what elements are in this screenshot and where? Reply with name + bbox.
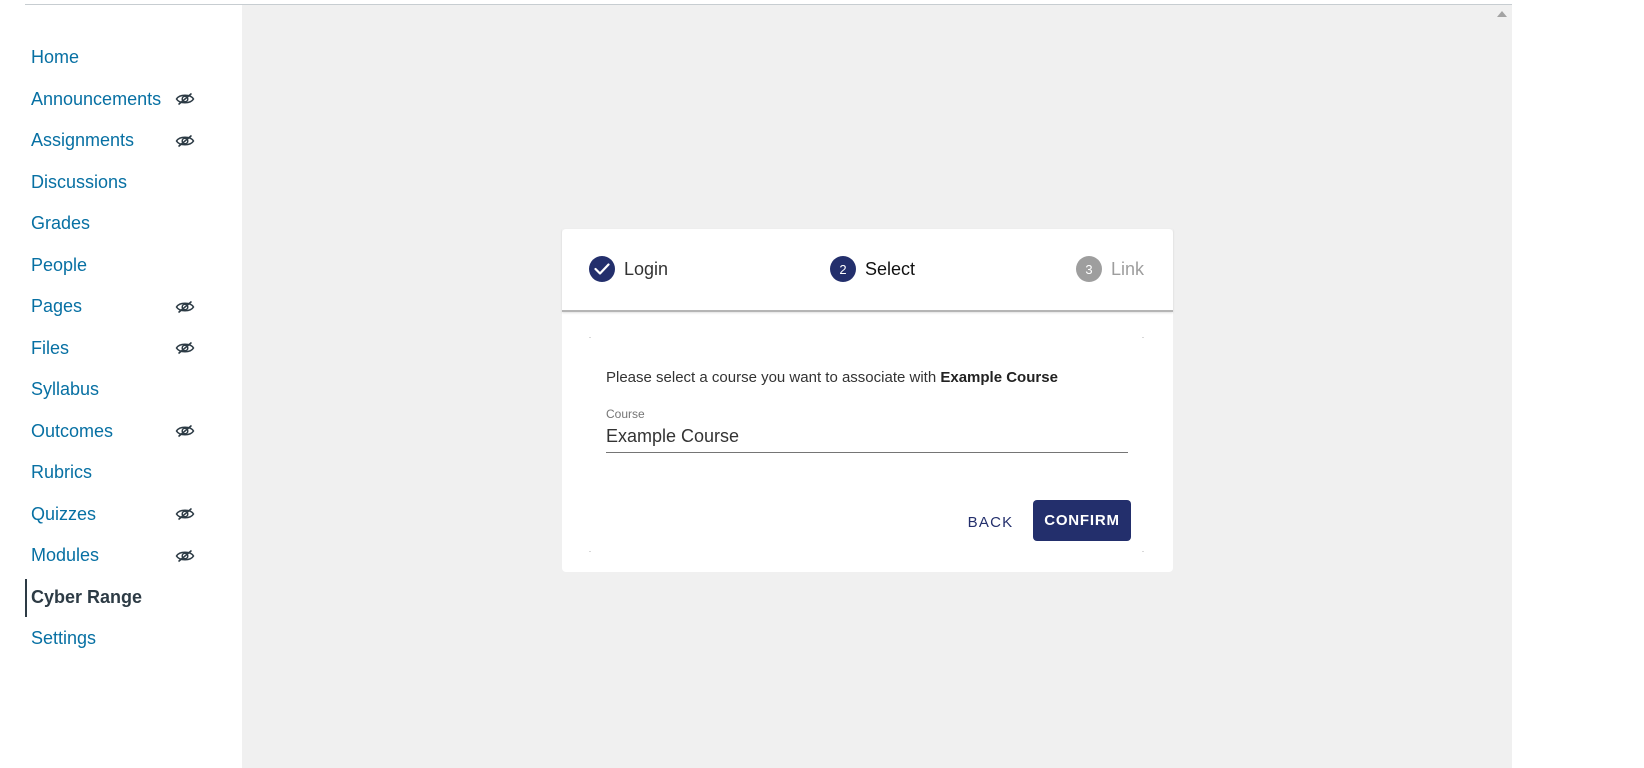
stepper: Login 2 Select 3 Link <box>562 229 1173 312</box>
sidebar-item-label[interactable]: People <box>31 255 87 276</box>
sidebar-item-announcements[interactable]: Announcements <box>0 79 241 121</box>
course-nav-list: Home Announcements Assignments Discussions G… <box>0 37 241 660</box>
sidebar-item-syllabus[interactable]: Syllabus <box>0 369 241 411</box>
sidebar-item-label[interactable]: Files <box>31 338 69 359</box>
active-indicator <box>25 578 27 617</box>
step-label: Link <box>1111 258 1145 279</box>
step-label: Select <box>865 258 916 279</box>
sidebar-item-assignments[interactable]: Assignments <box>0 120 241 162</box>
check-icon <box>589 256 615 282</box>
corner-dot <box>589 337 591 338</box>
sidebar-item-label[interactable]: Settings <box>31 628 96 649</box>
course-input[interactable] <box>606 421 1128 453</box>
back-button[interactable]: BACK <box>958 503 1023 541</box>
sidebar-item-label[interactable]: Outcomes <box>31 421 113 442</box>
eye-slash-icon <box>175 300 195 314</box>
step-login: Login <box>589 256 668 282</box>
sidebar-item-label[interactable]: Pages <box>31 296 82 317</box>
eye-slash-icon <box>175 341 195 355</box>
sidebar-item-label[interactable]: Home <box>31 47 79 68</box>
course-navigation: Home Announcements Assignments Discussions G… <box>0 5 241 768</box>
sidebar-item-label[interactable]: Modules <box>31 545 99 566</box>
sidebar-item-label[interactable]: Discussions <box>31 172 127 193</box>
sidebar-item-settings[interactable]: Settings <box>0 618 241 660</box>
sidebar-item-outcomes[interactable]: Outcomes <box>0 411 241 453</box>
sidebar-item-rubrics[interactable]: Rubrics <box>0 452 241 494</box>
instruction-text: Please select a course you want to assoc… <box>606 369 1058 386</box>
sidebar-item-label[interactable]: Rubrics <box>31 462 92 483</box>
sidebar-item-cyber-range[interactable]: Cyber Range <box>0 577 241 619</box>
course-link-dialog: Login 2 Select 3 Link Please select a co… <box>562 229 1173 572</box>
sidebar-item-label[interactable]: Cyber Range <box>31 587 142 608</box>
instruction-lead: Please select a course you want to assoc… <box>606 369 937 386</box>
eye-slash-icon <box>175 134 195 148</box>
sidebar-item-label[interactable]: Assignments <box>31 130 134 151</box>
step-label: Login <box>624 258 669 279</box>
sidebar-item-grades[interactable]: Grades <box>0 203 241 245</box>
sidebar-item-home[interactable]: Home <box>0 37 241 79</box>
eye-slash-icon <box>175 549 195 563</box>
course-field-label: Course <box>606 407 645 421</box>
sidebar-item-modules[interactable]: Modules <box>0 535 241 577</box>
eye-slash-icon <box>175 424 195 438</box>
target-course-name: Example Course <box>940 369 1058 386</box>
sidebar-item-files[interactable]: Files <box>0 328 241 370</box>
sidebar-item-quizzes[interactable]: Quizzes <box>0 494 241 536</box>
step-number: 2 <box>830 256 856 282</box>
step-number: 3 <box>1076 256 1102 282</box>
eye-slash-icon <box>175 507 195 521</box>
sidebar-item-people[interactable]: People <box>0 245 241 287</box>
sidebar-item-label[interactable]: Quizzes <box>31 504 96 525</box>
sidebar-item-label[interactable]: Grades <box>31 213 90 234</box>
step-select: 2 Select <box>830 256 915 282</box>
step-link: 3 Link <box>1076 256 1144 282</box>
corner-dot <box>1142 337 1144 338</box>
confirm-button[interactable]: CONFIRM <box>1033 500 1131 541</box>
sidebar-item-label[interactable]: Syllabus <box>31 379 99 400</box>
course-select-form: Please select a course you want to assoc… <box>589 337 1144 552</box>
sidebar-item-label[interactable]: Announcements <box>31 89 161 110</box>
scroll-up-arrow-icon[interactable] <box>1497 11 1507 17</box>
corner-dot <box>589 551 591 552</box>
sidebar-item-pages[interactable]: Pages <box>0 286 241 328</box>
corner-dot <box>1142 551 1144 552</box>
sidebar-item-discussions[interactable]: Discussions <box>0 162 241 204</box>
eye-slash-icon <box>175 92 195 106</box>
